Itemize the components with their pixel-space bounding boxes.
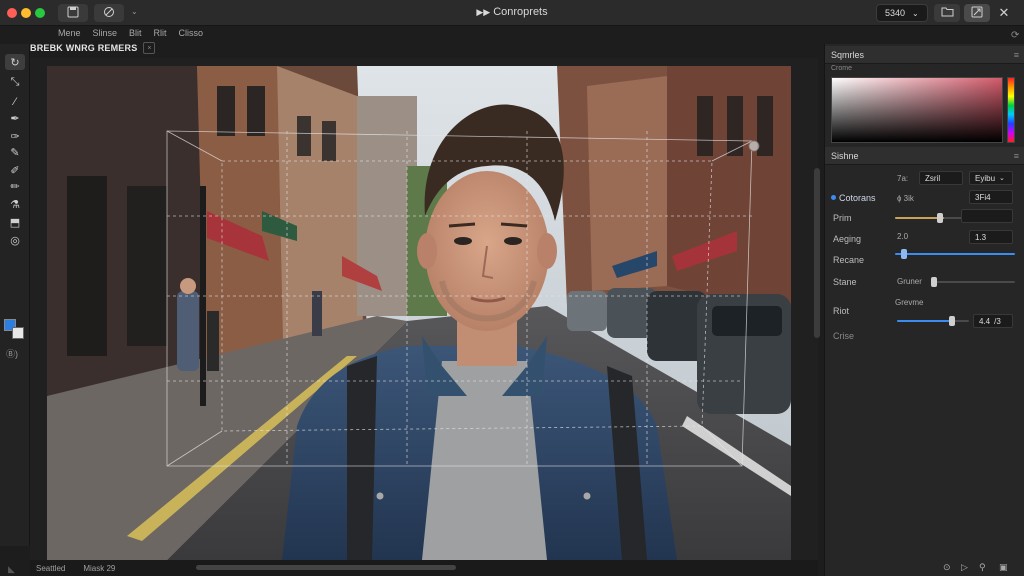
- recane-slider-knob[interactable]: [901, 249, 907, 259]
- row-label-aeging: Aeging: [833, 234, 862, 244]
- folder-button[interactable]: [934, 4, 960, 22]
- swatches-sub-label: Crome: [831, 65, 853, 72]
- document-close-icon[interactable]: ×: [143, 42, 156, 54]
- settings-panel-header[interactable]: Sishne ≡: [825, 147, 1024, 165]
- status-left: Seattled: [36, 563, 66, 573]
- preset-field[interactable]: Zsril: [919, 171, 963, 185]
- stane-value: Gruner: [897, 277, 922, 286]
- menu-item[interactable]: Mene: [58, 28, 81, 38]
- menu-bar: Mene Slinse Blit Rlit Clisso: [58, 28, 203, 38]
- menu-item[interactable]: Rlit: [154, 28, 167, 38]
- photo-illustration: [47, 66, 791, 560]
- tools-panel: ↻ ⤡ ⁄ ✒ ✑ ✎ ✐ ✏ ⚗ ⬒ ◎ Ⓑ) ◣: [0, 44, 30, 574]
- row-sublabel-riot: Grevme: [895, 298, 924, 307]
- active-indicator: [831, 195, 836, 200]
- window-title-text: Conroprets: [493, 6, 548, 18]
- panel-menu-icon[interactable]: ≡: [1014, 50, 1019, 60]
- recane-slider[interactable]: [895, 249, 1015, 259]
- swatches-title: Sqmrles: [831, 49, 865, 60]
- riot-slider-knob[interactable]: [949, 316, 955, 326]
- heal-tool-icon[interactable]: ✏: [5, 178, 25, 194]
- hue-slider[interactable]: [1007, 77, 1015, 143]
- status-right: Miask 29: [83, 563, 116, 573]
- row-label-recane: Recane: [833, 255, 865, 265]
- stane-slider-knob[interactable]: [931, 277, 937, 287]
- fx-icon[interactable]: ⊙: [943, 562, 951, 573]
- window-title: ▶▶ Conroprets: [0, 6, 1024, 18]
- menu-item[interactable]: Slinse: [93, 28, 118, 38]
- collapse-arrow-icon[interactable]: ◣: [8, 564, 15, 575]
- pencil-tool-icon[interactable]: ✎: [5, 144, 25, 160]
- prim-slider-knob[interactable]: [937, 213, 943, 223]
- lasso-tool-icon[interactable]: ◎: [5, 232, 25, 248]
- settings-title: Sishne: [831, 150, 859, 161]
- color-picker-field[interactable]: [831, 77, 1003, 143]
- prim-slider[interactable]: [895, 213, 965, 223]
- horizontal-scrollbar[interactable]: [196, 565, 456, 570]
- riot-field[interactable]: 4.4 /3: [973, 314, 1013, 328]
- dodge-tool-icon[interactable]: ⬒: [5, 214, 25, 230]
- brush-tool-icon[interactable]: ⁄: [5, 94, 25, 110]
- folder-icon: [941, 6, 954, 20]
- riot-field-value: 4.4: [979, 316, 991, 326]
- row-value-cotorans: ɸ 3ik: [897, 194, 914, 203]
- preset-value: Zsril: [925, 173, 941, 183]
- row-value-aeging: 2.0: [897, 232, 909, 241]
- trash-icon[interactable]: ▣: [999, 562, 1008, 573]
- move-tool-icon[interactable]: ⤡: [5, 74, 25, 90]
- canvas-photo[interactable]: [47, 66, 791, 560]
- riot-slider[interactable]: [897, 316, 969, 326]
- aeging-field[interactable]: 1.3: [969, 230, 1013, 244]
- document-tab[interactable]: BREBK WNRG REMERS: [30, 43, 137, 53]
- row-label-crise: Crise: [833, 331, 855, 341]
- riot-field-value-2: /3: [994, 316, 1001, 326]
- menu-item[interactable]: Clisso: [179, 28, 204, 38]
- row-label-prim: Prim: [833, 213, 852, 223]
- quick-mask-button[interactable]: Ⓑ): [6, 347, 18, 360]
- tab-a-label[interactable]: 7a:: [897, 174, 908, 183]
- pen-tool-icon[interactable]: ✒: [5, 110, 25, 126]
- play-forward-icon: ▶▶: [476, 7, 491, 17]
- swatches-panel-header[interactable]: Sqmrles ≡: [825, 46, 1024, 64]
- aeging-field-value: 1.3: [975, 232, 987, 242]
- export-button[interactable]: [964, 4, 990, 22]
- cotorans-field-value: 3Fi4: [975, 192, 991, 202]
- close-icon[interactable]: ✕: [994, 4, 1014, 22]
- row-label-riot: Riot: [833, 306, 850, 316]
- document-tab-bar: BREBK WNRG REMERS ×: [30, 40, 156, 56]
- vertical-scrollbar[interactable]: [814, 168, 820, 338]
- pin-icon[interactable]: ⚲: [979, 562, 986, 573]
- panel-menu-icon[interactable]: ≡: [1014, 151, 1019, 161]
- zoom-select[interactable]: 5340 ⌄: [876, 4, 928, 22]
- eyedropper-tool-icon[interactable]: ✑: [5, 128, 25, 144]
- prim-field[interactable]: [961, 209, 1013, 223]
- rotate-tool-icon[interactable]: ↻: [5, 54, 25, 70]
- stane-slider[interactable]: [931, 277, 1015, 287]
- row-label-stane: Stane: [833, 277, 857, 287]
- clone-tool-icon[interactable]: ✐: [5, 162, 25, 178]
- export-icon: [971, 6, 983, 21]
- row-label-cotorans[interactable]: Cotorans: [839, 193, 876, 203]
- refresh-icon[interactable]: ⟳: [1011, 30, 1019, 41]
- cotorans-field[interactable]: 3Fi4: [969, 190, 1013, 204]
- riot-slider-fill: [897, 320, 955, 322]
- style-select[interactable]: Eyibu ⌄: [969, 171, 1013, 185]
- zoom-value: 5340: [885, 8, 906, 18]
- background-color-swatch[interactable]: [12, 327, 24, 339]
- bucket-tool-icon[interactable]: ⚗: [5, 196, 25, 212]
- right-panel: Sqmrles ≡ Crome Sishne ≡ 7a: Zsril Eyibu…: [824, 44, 1024, 576]
- style-value: Eyibu: [975, 173, 996, 183]
- play-icon[interactable]: ▷: [961, 562, 968, 573]
- menu-item[interactable]: Blit: [129, 28, 142, 38]
- chevron-down-icon: ⌄: [912, 8, 919, 18]
- title-bar: ⌄ ▶▶ Conroprets 5340 ⌄ ✕: [0, 0, 1024, 26]
- chevron-down-icon: ⌄: [999, 175, 1005, 182]
